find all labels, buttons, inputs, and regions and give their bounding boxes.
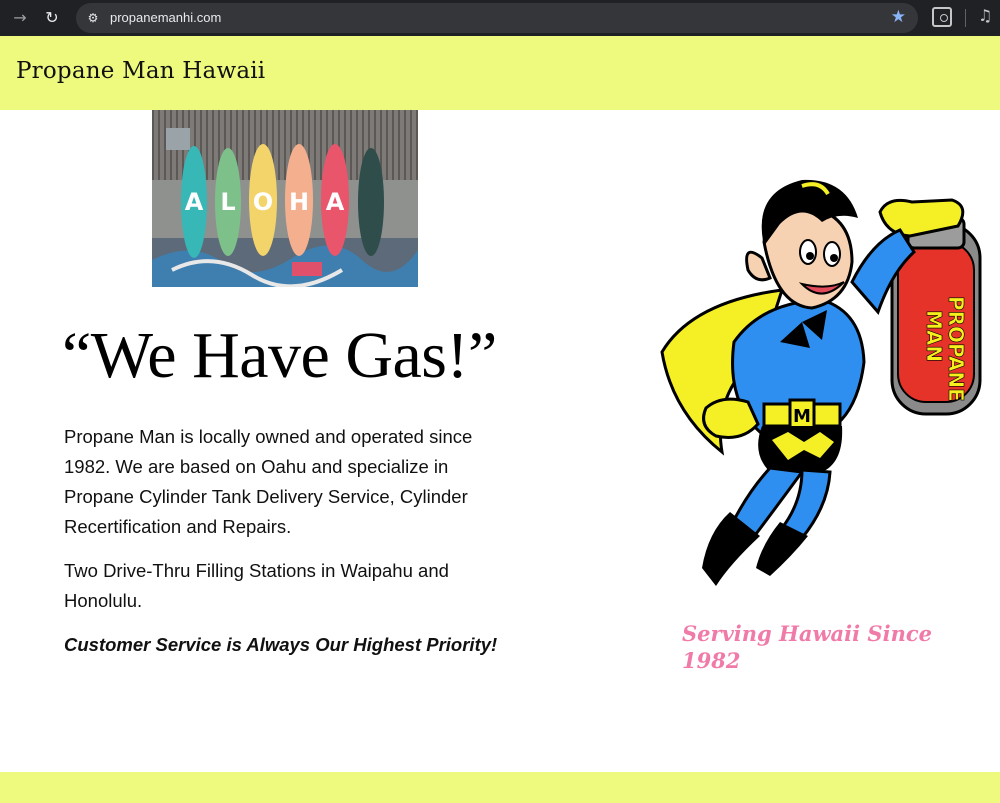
aloha-letter-a1: A xyxy=(185,188,204,216)
belt-letter-m: M xyxy=(793,406,811,427)
serving-hawaii-tagline: Serving Hawaii Since 1982 xyxy=(682,621,932,673)
mascot-illustration: PROPANE MAN M xyxy=(660,179,982,586)
site-info-icon[interactable]: ⚙ xyxy=(84,9,102,27)
aloha-letter-l: L xyxy=(220,188,235,216)
aloha-sign-graphic: A L O H A xyxy=(152,110,418,287)
stations-paragraph: Two Drive-Thru Filling Stations in Waipa… xyxy=(64,560,449,611)
site-title[interactable]: Propane Man Hawaii xyxy=(16,58,265,84)
aloha-letter-h: H xyxy=(289,188,309,216)
intro-paragraph: Propane Man is locally owned and operate… xyxy=(64,426,473,537)
toolbar-divider xyxy=(965,9,966,27)
reload-icon[interactable]: ↻ xyxy=(40,6,64,30)
back-arrow-icon[interactable]: → xyxy=(8,6,32,30)
media-controls-icon[interactable]: ♫ xyxy=(978,6,992,25)
aloha-letter-o: O xyxy=(253,188,273,216)
url-text[interactable]: propanemanhi.com xyxy=(110,10,221,25)
tank-label-man: MAN xyxy=(922,310,946,362)
site-footer xyxy=(0,772,1000,803)
address-bar[interactable]: ⚙ propanemanhi.com ★ xyxy=(76,3,918,33)
headline: “We Have Gas!” xyxy=(62,319,497,392)
propane-man-mascot: PROPANE MAN M xyxy=(652,172,988,592)
customer-service-paragraph: Customer Service is Always Our Highest P… xyxy=(64,634,498,655)
lens-search-icon[interactable] xyxy=(932,7,952,27)
browser-toolbar: → ↻ ⚙ propanemanhi.com ★ ♫ xyxy=(0,0,1000,36)
star-icon[interactable]: ★ xyxy=(891,7,906,27)
aloha-surfboards-image: A L O H A xyxy=(152,110,418,287)
tank-label-propane: PROPANE xyxy=(944,296,968,402)
aloha-letter-a2: A xyxy=(326,188,345,216)
site-header: Propane Man Hawaii xyxy=(0,36,1000,110)
